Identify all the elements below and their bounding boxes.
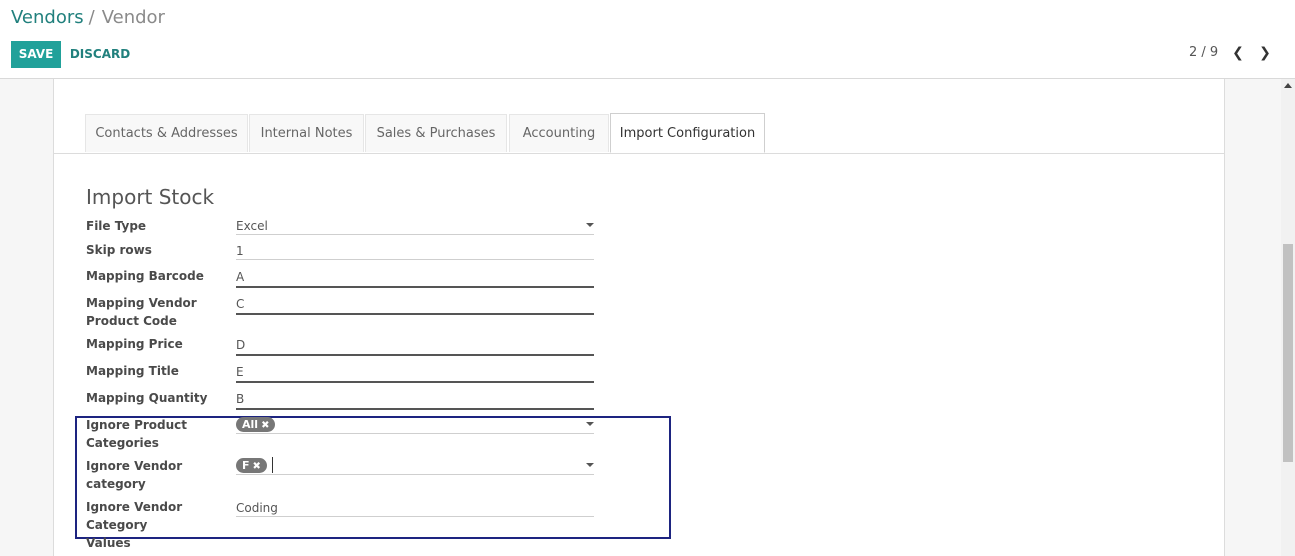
mapping-price-value: D — [236, 338, 246, 352]
mapping-barcode-label: Mapping Barcode — [86, 269, 204, 283]
scroll-up-icon[interactable] — [1284, 83, 1292, 88]
mapping-quantity-input[interactable]: B — [236, 390, 594, 410]
mapping-price-label: Mapping Price — [86, 337, 183, 351]
tag-all-label: All — [242, 418, 259, 431]
breadcrumb: Vendors / Vendor — [11, 6, 165, 30]
ignore-product-categories-select[interactable]: All ✖ — [236, 416, 594, 434]
caret-down-icon — [586, 223, 594, 227]
mapping-title-label: Mapping Title — [86, 364, 179, 378]
ignore-vendor-category-select[interactable]: F ✖ — [236, 457, 594, 475]
mapping-title-value: E — [236, 365, 244, 379]
form-sheet: Contacts & Addresses Internal Notes Sale… — [53, 79, 1225, 556]
mapping-vendor-product-code-input[interactable]: C — [236, 295, 594, 315]
close-icon[interactable]: ✖ — [253, 461, 261, 472]
discard-button[interactable]: DISCARD — [67, 41, 133, 68]
mapping-vendor-product-code-label: Mapping Vendor Product Code — [86, 296, 197, 328]
ignore-vendor-category-values-value: Coding — [236, 501, 278, 515]
ignore-vendor-category-values-label: Ignore Vendor Category Values — [86, 500, 183, 550]
section-title: Import Stock — [86, 185, 215, 209]
form-content: Contacts & Addresses Internal Notes Sale… — [0, 79, 1295, 556]
tag-f[interactable]: F ✖ — [236, 458, 267, 473]
mapping-title-input[interactable]: E — [236, 363, 594, 383]
file-type-select[interactable]: Excel — [236, 217, 594, 235]
breadcrumb-separator: / — [88, 7, 95, 28]
skip-rows-value: 1 — [236, 244, 244, 258]
chevron-right-icon[interactable]: ❯ — [1256, 43, 1274, 63]
file-type-label: File Type — [86, 219, 147, 233]
mapping-barcode-input[interactable]: A — [236, 268, 594, 288]
caret-down-icon — [586, 422, 594, 426]
mapping-quantity-label: Mapping Quantity — [86, 391, 208, 405]
caret-down-icon — [586, 463, 594, 467]
tab-sales-purchases[interactable]: Sales & Purchases — [365, 114, 507, 152]
scrollbar-thumb[interactable] — [1283, 244, 1293, 462]
breadcrumb-vendors-link[interactable]: Vendors — [11, 7, 84, 28]
skip-rows-input[interactable]: 1 — [236, 242, 594, 260]
control-panel: Vendors / Vendor SAVE DISCARD 2 / 9 ❮ ❯ — [0, 0, 1295, 79]
close-icon[interactable]: ✖ — [261, 420, 269, 431]
ignore-vendor-category-label: Ignore Vendor category — [86, 459, 183, 491]
tab-internal-notes[interactable]: Internal Notes — [249, 114, 364, 152]
mapping-vendor-product-code-value: C — [236, 297, 245, 311]
scrollbar[interactable] — [1281, 79, 1295, 556]
tag-all[interactable]: All ✖ — [236, 417, 276, 432]
skip-rows-label: Skip rows — [86, 243, 152, 257]
notebook-tabs: Contacts & Addresses Internal Notes Sale… — [54, 79, 1224, 154]
tab-import-configuration[interactable]: Import Configuration — [610, 113, 765, 153]
save-button[interactable]: SAVE — [11, 41, 61, 68]
tab-contacts-addresses[interactable]: Contacts & Addresses — [85, 114, 248, 152]
pager-value[interactable]: 2 / 9 — [1189, 45, 1218, 60]
ignore-product-categories-label: Ignore Product Categories — [86, 418, 188, 450]
tag-f-label: F — [242, 459, 250, 472]
ignore-vendor-category-values-input[interactable]: Coding — [236, 499, 594, 517]
text-cursor — [272, 457, 273, 473]
mapping-quantity-value: B — [236, 392, 245, 406]
mapping-barcode-value: A — [236, 270, 245, 284]
breadcrumb-current: Vendor — [101, 7, 165, 28]
file-type-value: Excel — [236, 219, 268, 233]
chevron-left-icon[interactable]: ❮ — [1229, 43, 1247, 63]
mapping-price-input[interactable]: D — [236, 336, 594, 356]
tab-accounting[interactable]: Accounting — [509, 114, 609, 152]
